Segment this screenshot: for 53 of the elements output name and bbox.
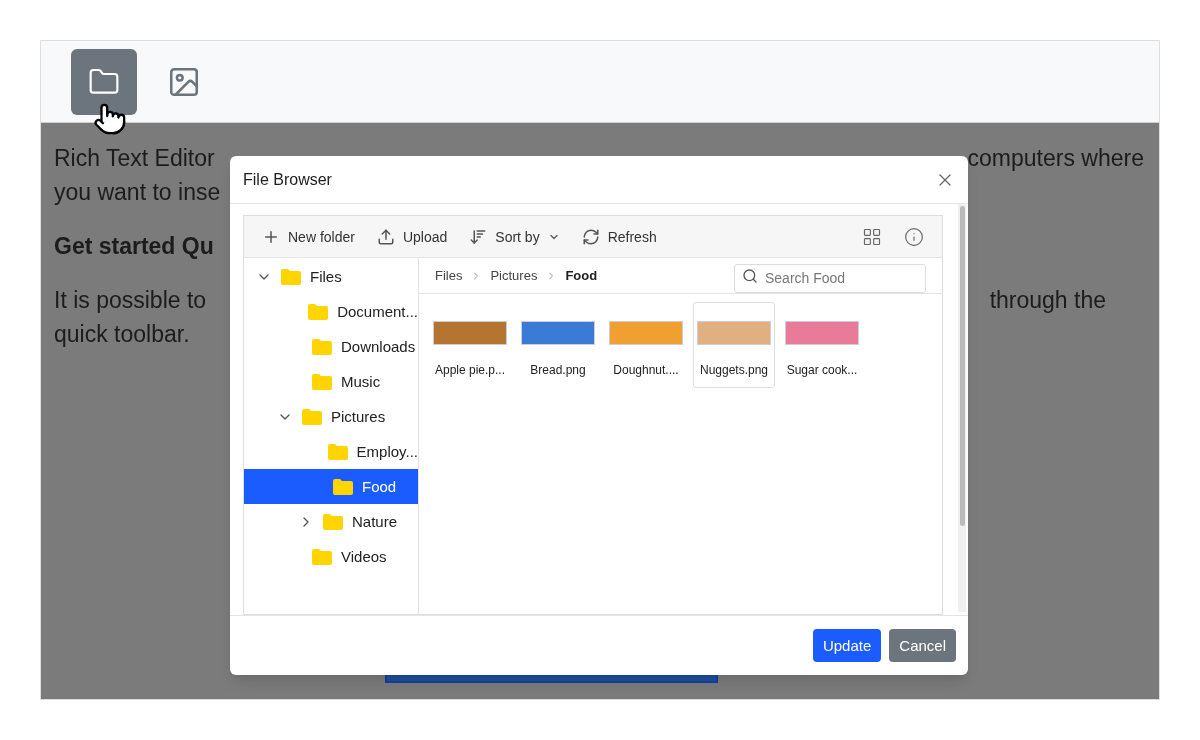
editor-text: It is possible to — [54, 286, 207, 315]
breadcrumb-link[interactable]: Pictures — [490, 258, 538, 293]
editor-text: Rich Text Editor — [54, 144, 215, 173]
editor-heading: Get started Qu — [54, 232, 214, 261]
folder-icon — [280, 267, 302, 286]
grid-view-icon[interactable] — [862, 226, 882, 247]
folder-icon — [326, 442, 349, 461]
file-item[interactable]: Doughnut.... — [605, 302, 687, 388]
file-name: Bread.png — [530, 362, 586, 379]
file-item[interactable]: Nuggets.png — [693, 302, 775, 388]
tree-item[interactable]: Pictures — [244, 399, 418, 434]
editor-text: through the — [989, 286, 1106, 315]
file-name: Apple pie.p... — [434, 362, 506, 379]
folder-icon — [311, 372, 333, 391]
folder-icon — [301, 407, 323, 426]
sort-icon — [469, 227, 488, 246]
cancel-button[interactable]: Cancel — [889, 629, 956, 662]
info-icon[interactable] — [904, 226, 924, 247]
tree-item[interactable]: Document... — [244, 294, 418, 329]
toolbar-button[interactable]: Sort by — [469, 219, 560, 254]
file-name: Nuggets.png — [699, 362, 769, 379]
folder-icon — [311, 337, 333, 356]
toolbar-button[interactable]: New folder — [262, 219, 355, 254]
toolbar-button[interactable]: Upload — [376, 219, 448, 254]
file-item[interactable]: Bread.png — [517, 302, 599, 388]
file-name: Doughnut.... — [613, 362, 679, 379]
search-field[interactable]: Search Food — [734, 263, 926, 293]
editor-text: you want to inse — [54, 178, 221, 207]
folder-icon — [307, 302, 330, 321]
file-item[interactable]: Apple pie.p... — [429, 302, 511, 388]
dialog-title: File Browser — [243, 169, 332, 190]
breadcrumb-link[interactable]: Food — [565, 258, 598, 293]
editor-text: quick toolbar. — [54, 320, 190, 349]
file-item[interactable]: Sugar cook... — [781, 302, 863, 388]
toolbar-button[interactable]: Refresh — [581, 219, 657, 254]
tree-item[interactable]: Food — [244, 469, 418, 504]
upload-icon — [376, 227, 395, 246]
tree-item[interactable]: Downloads — [244, 329, 418, 364]
search-icon — [742, 268, 758, 284]
tree-item[interactable]: Files — [244, 259, 418, 294]
update-button[interactable]: Update — [812, 629, 882, 662]
file-name: Sugar cook... — [786, 362, 858, 379]
folder-icon — [322, 512, 344, 531]
folder-icon — [311, 547, 333, 566]
file-browser-button[interactable] — [71, 48, 137, 115]
editor-text: computers where — [967, 144, 1144, 173]
tree-item[interactable]: Employ... — [244, 434, 418, 469]
tree-item[interactable]: Videos — [244, 539, 418, 574]
folder-icon — [332, 477, 354, 496]
refresh-icon — [581, 227, 600, 246]
breadcrumb-link[interactable]: Files — [435, 258, 463, 293]
tree-item[interactable]: Nature — [244, 504, 418, 539]
tree-item[interactable]: Music — [244, 364, 418, 399]
